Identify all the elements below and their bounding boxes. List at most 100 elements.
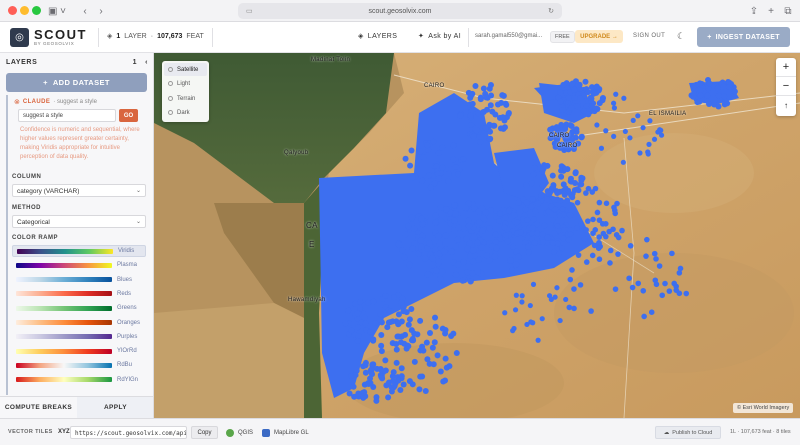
ingest-dataset-button[interactable]: + INGEST DATASET bbox=[697, 27, 790, 47]
forward-icon[interactable]: › bbox=[94, 3, 108, 19]
map-point bbox=[535, 200, 542, 207]
map-point bbox=[462, 235, 470, 243]
close-window-button[interactable] bbox=[8, 6, 17, 15]
map-point bbox=[401, 254, 408, 261]
map-point bbox=[653, 256, 659, 262]
reset-north-button[interactable]: ↑ bbox=[776, 96, 796, 115]
plan-badge: FREE bbox=[550, 31, 575, 43]
sidebar-toggle-icon[interactable]: ▣ ˅ bbox=[46, 3, 68, 19]
go-button[interactable]: GO bbox=[119, 109, 138, 122]
map-point bbox=[611, 133, 617, 139]
zoom-in-button[interactable]: + bbox=[776, 58, 796, 77]
method-select[interactable]: Categorical ⌄ bbox=[12, 215, 146, 228]
map-point bbox=[443, 206, 450, 213]
add-dataset-button[interactable]: + ADD DATASET bbox=[6, 73, 147, 92]
map-point bbox=[501, 224, 508, 231]
map-point bbox=[626, 275, 632, 282]
column-select[interactable]: category (VARCHAR) ⌄ bbox=[12, 184, 146, 197]
basemap-dark[interactable]: Dark bbox=[164, 106, 207, 119]
color-ramp-name: Blues bbox=[117, 276, 133, 283]
map-point bbox=[499, 92, 506, 99]
tabs-overview-icon[interactable]: ⧉ bbox=[782, 3, 794, 19]
color-ramp-option[interactable]: Oranges bbox=[12, 317, 146, 329]
map-point bbox=[560, 235, 567, 242]
map-point bbox=[401, 231, 409, 238]
map-canvas[interactable]: Madinat Tolin Qalyoub EL ISMAILIA CAIRO … bbox=[154, 53, 800, 418]
upgrade-button[interactable]: UPGRADE → bbox=[575, 30, 623, 43]
color-ramp-option[interactable]: RdBu bbox=[12, 359, 146, 371]
color-ramp-option[interactable]: Greens bbox=[12, 302, 146, 314]
map-point bbox=[565, 237, 572, 243]
map-point bbox=[556, 212, 563, 219]
basemap-terrain[interactable]: Terrain bbox=[164, 92, 207, 105]
map-point bbox=[541, 222, 548, 229]
map-point bbox=[541, 162, 548, 169]
map-point bbox=[630, 117, 636, 123]
sign-out-button[interactable]: SIGN OUT bbox=[633, 33, 665, 39]
color-ramp-option[interactable]: Purples bbox=[12, 331, 146, 343]
copy-button[interactable]: Copy bbox=[191, 426, 218, 439]
map-point bbox=[350, 383, 357, 390]
map-point bbox=[596, 234, 603, 240]
share-icon[interactable]: ⇪ bbox=[748, 3, 760, 19]
map-point bbox=[378, 342, 385, 349]
ask-ai-button[interactable]: ✦ Ask by AI bbox=[418, 32, 461, 41]
map-point bbox=[574, 186, 581, 193]
sparkle-icon: ✦ bbox=[418, 33, 425, 40]
color-ramp-option[interactable]: Plasma bbox=[12, 259, 146, 271]
map-point bbox=[653, 281, 660, 288]
map-point bbox=[539, 168, 546, 175]
map-point bbox=[448, 248, 455, 255]
map-point bbox=[530, 281, 537, 287]
map-point bbox=[472, 83, 479, 90]
minimize-window-button[interactable] bbox=[20, 6, 29, 15]
map-point bbox=[611, 207, 618, 214]
map-point bbox=[439, 144, 446, 151]
apply-button[interactable]: APPLY bbox=[77, 397, 153, 418]
layers-link[interactable]: ◈ LAYERS bbox=[358, 32, 397, 41]
address-bar[interactable]: ▭ scout.geosolvix.com ↻ bbox=[238, 3, 562, 19]
map-point bbox=[465, 222, 473, 230]
map-point bbox=[379, 375, 386, 382]
map-point bbox=[496, 217, 503, 224]
claude-subtitle: · suggest a style bbox=[53, 99, 97, 105]
new-tab-icon[interactable]: + bbox=[765, 3, 777, 19]
publish-to-cloud-button[interactable]: ☁ Publish to Cloud bbox=[655, 426, 721, 439]
map-point bbox=[539, 239, 546, 246]
qgis-link[interactable]: QGIS bbox=[226, 429, 253, 437]
zoom-out-button[interactable]: − bbox=[776, 77, 796, 96]
maximize-window-button[interactable] bbox=[32, 6, 41, 15]
back-icon[interactable]: ‹ bbox=[78, 3, 92, 19]
basemap-light-label: Light bbox=[177, 80, 191, 87]
maplibre-link[interactable]: MapLibre GL bbox=[262, 429, 309, 437]
map-point bbox=[409, 245, 416, 252]
map-point bbox=[409, 335, 416, 342]
map-label-cairo-north: CAIRO bbox=[424, 83, 445, 89]
map-point bbox=[369, 361, 376, 368]
map-point bbox=[435, 232, 442, 240]
map-point bbox=[418, 215, 425, 223]
collapse-sidebar-icon[interactable]: ‹ bbox=[145, 59, 148, 66]
compute-breaks-button[interactable]: COMPUTE BREAKS bbox=[0, 397, 77, 418]
color-ramp-swatch bbox=[16, 348, 112, 354]
map-point bbox=[594, 209, 601, 216]
moon-icon[interactable]: ☾ bbox=[677, 31, 685, 42]
tile-url-field[interactable]: https://scout.geosolvix.com/api/ bbox=[70, 426, 187, 439]
suggest-style-input[interactable]: suggest a style bbox=[18, 109, 116, 122]
basemap-satellite[interactable]: Satellite bbox=[164, 63, 207, 76]
map-point bbox=[515, 253, 522, 260]
color-ramp-option[interactable]: Viridis bbox=[12, 245, 146, 257]
map-point bbox=[590, 216, 596, 223]
color-ramp-option[interactable]: Reds bbox=[12, 288, 146, 300]
reload-icon[interactable]: ↻ bbox=[548, 7, 554, 15]
map-point bbox=[706, 80, 713, 87]
app-subtitle: BY GEOSOLVIX bbox=[34, 41, 75, 46]
color-ramp-option[interactable]: YlOrRd bbox=[12, 345, 146, 357]
color-ramp-option[interactable]: Blues bbox=[12, 274, 146, 286]
color-ramp-option[interactable]: RdYlGn bbox=[12, 374, 146, 386]
map-point bbox=[563, 296, 569, 303]
map-point bbox=[651, 250, 658, 257]
map-point bbox=[362, 369, 369, 376]
basemap-light[interactable]: Light bbox=[164, 77, 207, 90]
header-divider bbox=[98, 28, 99, 47]
